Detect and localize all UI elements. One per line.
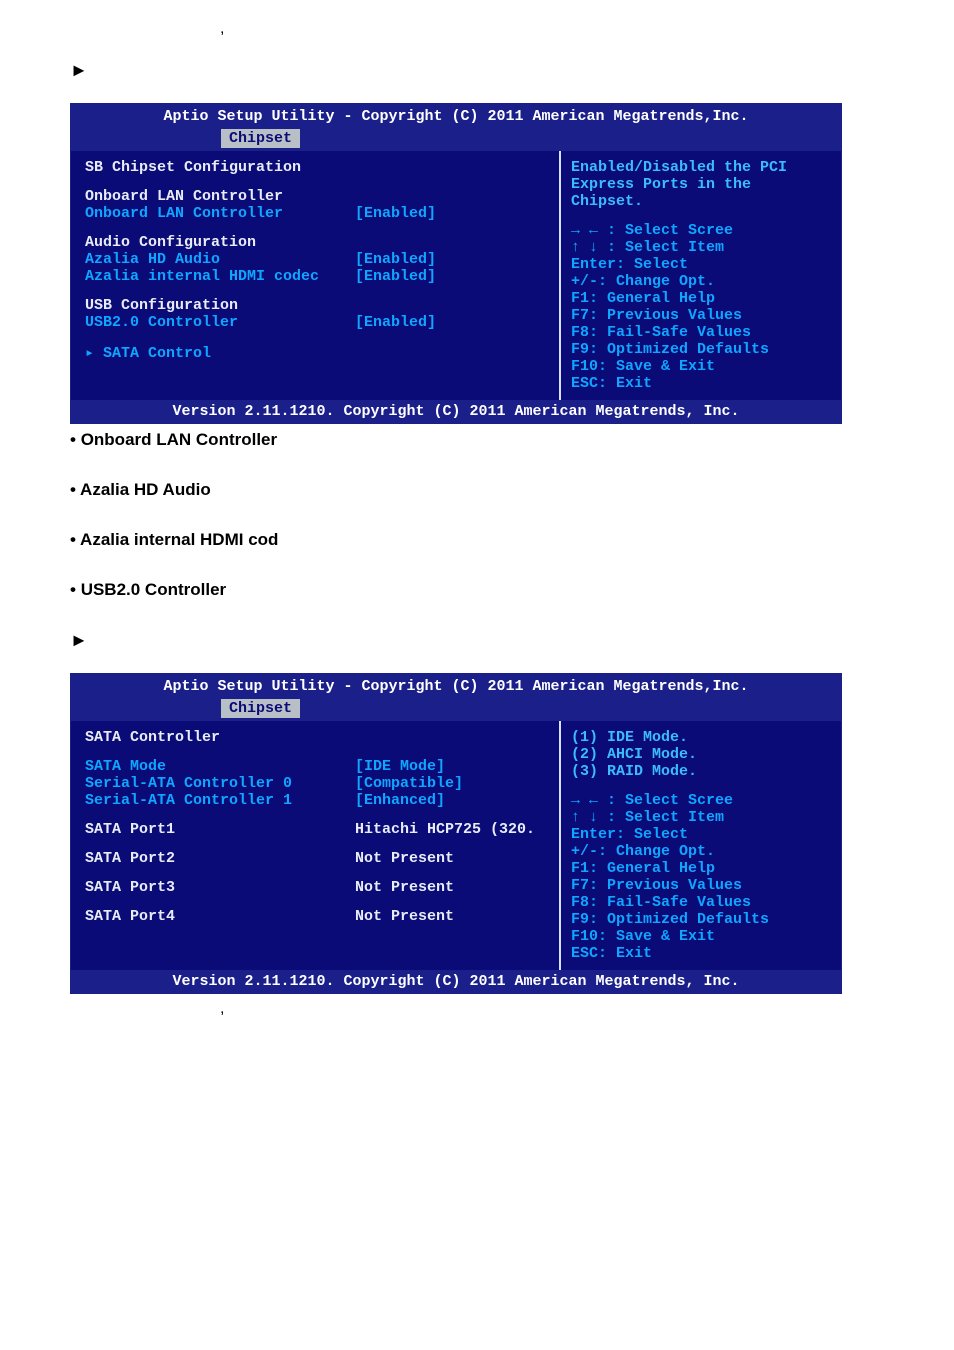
tab-chipset[interactable]: Chipset (221, 129, 300, 148)
submenu-arrow: ► (70, 60, 884, 81)
help-line: +/-: Change Opt. (571, 273, 831, 290)
item-help-text: (3) RAID Mode. (571, 763, 831, 780)
bios-panel-sata: Aptio Setup Utility - Copyright (C) 2011… (70, 673, 842, 994)
help-line: F9: Optimized Defaults (571, 341, 831, 358)
stray-comma: , (220, 20, 224, 37)
bullet-item: USB2.0 Controller (70, 580, 884, 600)
bios-port: SATA Port1Hitachi HCP725 (320. (85, 821, 545, 838)
item-label: SATA Mode (85, 758, 355, 775)
item-help-text: Enabled/Disabled the PCI Express Ports i… (571, 159, 831, 210)
bios-left-pane: SB Chipset Configuration Onboard LAN Con… (71, 151, 559, 400)
bios-panel-sb-chipset: Aptio Setup Utility - Copyright (C) 2011… (70, 103, 842, 424)
help-line: F10: Save & Exit (571, 358, 831, 375)
item-value: Not Present (355, 879, 454, 896)
bios-item[interactable]: USB2.0 Controller[Enabled] (85, 314, 545, 331)
item-value: [Enabled] (355, 205, 436, 222)
item-label: Azalia HD Audio (85, 251, 355, 268)
help-line: ESC: Exit (571, 375, 831, 392)
help-line: F7: Previous Values (571, 877, 831, 894)
item-value: [Compatible] (355, 775, 463, 792)
item-value: [Enhanced] (355, 792, 445, 809)
help-line: F1: General Help (571, 860, 831, 877)
stray-comma: , (220, 1000, 224, 1017)
bios-tab-row: Chipset (71, 129, 841, 151)
section-heading: SB Chipset Configuration (85, 159, 545, 176)
section-heading: Onboard LAN Controller (85, 188, 545, 205)
item-label: SATA Port4 (85, 908, 355, 925)
bios-help-pane: (1) IDE Mode. (2) AHCI Mode. (3) RAID Mo… (559, 721, 841, 970)
help-line: F10: Save & Exit (571, 928, 831, 945)
help-line: ESC: Exit (571, 945, 831, 962)
item-value: [IDE Mode] (355, 758, 445, 775)
bios-title: Aptio Setup Utility - Copyright (C) 2011… (71, 104, 841, 129)
bios-port: SATA Port4Not Present (85, 908, 545, 925)
section-heading: SATA Controller (85, 729, 545, 746)
item-value: Not Present (355, 850, 454, 867)
bullet-item: Onboard LAN Controller (70, 430, 884, 450)
item-label: SATA Port3 (85, 879, 355, 896)
bios-tab-row: Chipset (71, 699, 841, 721)
bios-item[interactable]: Serial-ATA Controller 0[Compatible] (85, 775, 545, 792)
item-value: Hitachi HCP725 (320. (355, 821, 535, 838)
help-line: Enter: Select (571, 826, 831, 843)
section-heading: USB Configuration (85, 297, 545, 314)
item-label: Azalia internal HDMI codec (85, 268, 355, 285)
bios-port: SATA Port2Not Present (85, 850, 545, 867)
item-help-text: (2) AHCI Mode. (571, 746, 831, 763)
tab-chipset[interactable]: Chipset (221, 699, 300, 718)
option-bullets: Onboard LAN Controller Azalia HD Audio A… (70, 430, 884, 600)
item-label: USB2.0 Controller (85, 314, 355, 331)
help-line: F1: General Help (571, 290, 831, 307)
help-line: F8: Fail-Safe Values (571, 324, 831, 341)
help-line: F9: Optimized Defaults (571, 911, 831, 928)
bios-port: SATA Port3Not Present (85, 879, 545, 896)
help-line: ↑ ↓ : Select Item (571, 239, 831, 256)
bios-item[interactable]: Onboard LAN Controller[Enabled] (85, 205, 545, 222)
help-line: → ← : Select Scree (571, 792, 831, 809)
help-line: Enter: Select (571, 256, 831, 273)
help-line: +/-: Change Opt. (571, 843, 831, 860)
item-label: Serial-ATA Controller 1 (85, 792, 355, 809)
bios-footer: Version 2.11.1210. Copyright (C) 2011 Am… (71, 400, 841, 423)
item-label: Serial-ATA Controller 0 (85, 775, 355, 792)
submenu-arrow: ► (70, 630, 884, 651)
bios-left-pane: SATA Controller SATA Mode[IDE Mode] Seri… (71, 721, 559, 970)
bios-item[interactable]: Azalia internal HDMI codec[Enabled] (85, 268, 545, 285)
bios-title: Aptio Setup Utility - Copyright (C) 2011… (71, 674, 841, 699)
item-value: Not Present (355, 908, 454, 925)
bullet-item: Azalia internal HDMI cod (70, 530, 884, 550)
section-heading: Audio Configuration (85, 234, 545, 251)
bullet-item: Azalia HD Audio (70, 480, 884, 500)
submenu-link[interactable]: ▸ SATA Control (85, 343, 545, 362)
item-value: [Enabled] (355, 314, 436, 331)
help-line: F8: Fail-Safe Values (571, 894, 831, 911)
item-value: [Enabled] (355, 268, 436, 285)
help-line: F7: Previous Values (571, 307, 831, 324)
help-line: ↑ ↓ : Select Item (571, 809, 831, 826)
item-value: [Enabled] (355, 251, 436, 268)
item-help-text: (1) IDE Mode. (571, 729, 831, 746)
help-line: → ← : Select Scree (571, 222, 831, 239)
item-label: SATA Port2 (85, 850, 355, 867)
bios-item[interactable]: Azalia HD Audio[Enabled] (85, 251, 545, 268)
bios-footer: Version 2.11.1210. Copyright (C) 2011 Am… (71, 970, 841, 993)
bios-item[interactable]: SATA Mode[IDE Mode] (85, 758, 545, 775)
bios-help-pane: Enabled/Disabled the PCI Express Ports i… (559, 151, 841, 400)
bios-item[interactable]: Serial-ATA Controller 1[Enhanced] (85, 792, 545, 809)
item-label: Onboard LAN Controller (85, 205, 355, 222)
item-label: SATA Port1 (85, 821, 355, 838)
